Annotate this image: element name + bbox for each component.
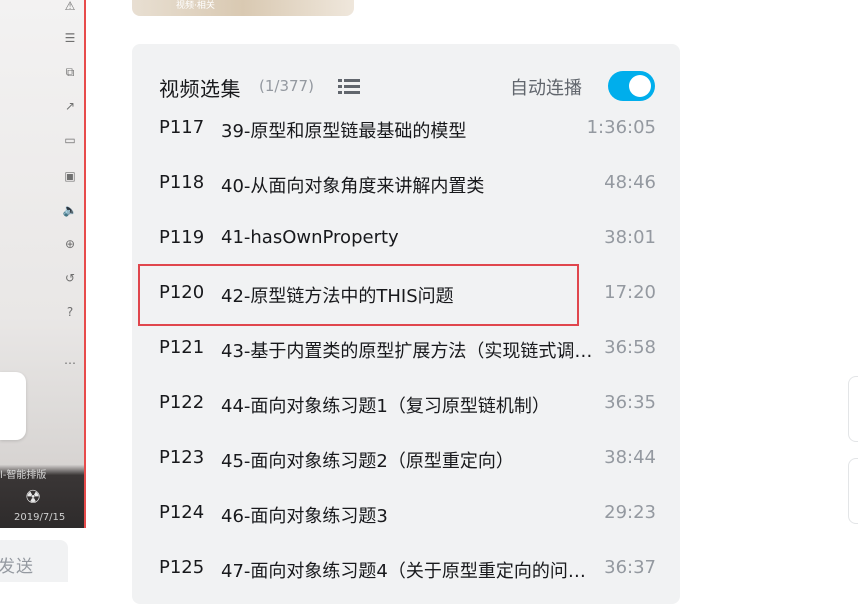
episode-item[interactable]: P117 39-原型和原型链最基础的模型 1:36:05 [132,100,680,155]
episode-title: 46-面向对象练习题3 [221,506,388,527]
episode-title: 47-面向对象练习题4（关于原型重定向的问题） [221,561,601,582]
episode-title: 41-hasOwnProperty [221,227,399,248]
warning-icon[interactable]: ⚠ [62,0,78,14]
floating-side-card[interactable] [848,376,858,442]
episode-duration: 38:44 [604,447,656,468]
episode-duration: 17:20 [604,282,656,303]
related-banner[interactable]: 视频·相关 [132,0,354,16]
volume-icon[interactable]: 🔈 [62,202,78,218]
episode-item-selected[interactable]: P120 42-原型链方法中的THIS问题 17:20 [132,265,680,320]
episode-item[interactable]: P122 44-面向对象练习题1（复习原型链机制） 36:35 [132,375,680,430]
episode-number: P122 [159,392,205,413]
episode-number: P121 [159,337,205,358]
video-border [84,0,86,528]
autoplay-label: 自动连播 [510,78,582,99]
archive-icon[interactable]: ▭ [62,132,78,148]
more-icon[interactable]: … [62,352,78,368]
episode-duration: 38:01 [604,227,656,248]
download-icon[interactable]: ⊕ [62,236,78,252]
video-preview[interactable]: ⚠ ☰ ⧉ ↗ ▭ ▣ 🔈 ⊕ ↺ ? … l-智能排版 ☢ 2019/7/15 [0,0,86,528]
episode-duration: 1:36:05 [586,117,656,138]
episode-duration: 48:46 [604,172,656,193]
episode-number: P117 [159,117,205,138]
banner-text: 视频·相关 [176,1,215,11]
episode-title: 40-从面向对象角度来讲解内置类 [221,176,485,197]
video-caption: l-智能排版 [0,470,47,481]
episode-item[interactable]: P118 40-从面向对象角度来讲解内置类 48:46 [132,155,680,210]
video-date: 2019/7/15 [14,512,66,523]
episode-title: 44-面向对象练习题1（复习原型链机制） [221,396,550,417]
list-view-icon[interactable] [338,77,360,95]
settings-sliders-icon[interactable]: ☰ [62,30,78,46]
video-overlay-bubble [0,372,26,440]
episode-title: 43-基于内置类的原型扩展方法（实现链式调用） [221,341,601,362]
comment-send-button[interactable]: 发送 [0,540,68,582]
episode-number: P118 [159,172,205,193]
image-icon[interactable]: ▣ [62,168,78,184]
episode-item[interactable]: P125 47-面向对象练习题4（关于原型重定向的问题） 36:37 [132,540,680,595]
playlist-title: 视频选集 [159,77,241,101]
episode-item[interactable]: P124 46-面向对象练习题3 29:23 [132,485,680,540]
episode-number: P124 [159,502,205,523]
episode-number: P120 [159,282,205,303]
share-icon[interactable]: ↗ [62,98,78,114]
episode-title: 42-原型链方法中的THIS问题 [221,286,454,307]
episode-number: P125 [159,557,205,578]
episode-duration: 36:37 [604,557,656,578]
episode-item[interactable]: P123 45-面向对象练习题2（原型重定向） 38:44 [132,430,680,485]
episode-number: P119 [159,227,205,248]
episode-item[interactable]: P121 43-基于内置类的原型扩展方法（实现链式调用） 36:58 [132,320,680,375]
video-toolbar: ⚠ ☰ ⧉ ↗ ▭ ▣ 🔈 ⊕ ↺ ? … [60,0,80,420]
playlist-count: (1/377) [259,77,314,95]
radiation-logo-icon: ☢ [25,487,42,508]
history-icon[interactable]: ↺ [62,270,78,286]
episode-duration: 36:58 [604,337,656,358]
episode-duration: 29:23 [604,502,656,523]
help-icon[interactable]: ? [62,304,78,320]
floating-side-card[interactable] [848,458,858,524]
send-label: 发送 [0,557,34,577]
episode-duration: 36:35 [604,392,656,413]
playlist-panel: 视频选集 (1/377) 自动连播 P117 39-原型和原型链最基础的模型 1… [132,44,680,604]
copy-icon[interactable]: ⧉ [62,64,78,80]
autoplay-toggle[interactable] [608,71,655,101]
episode-item[interactable]: P119 41-hasOwnProperty 38:01 [132,210,680,265]
episode-title: 45-面向对象练习题2（原型重定向） [221,451,514,472]
episode-title: 39-原型和原型链最基础的模型 [221,121,467,142]
episode-number: P123 [159,447,205,468]
